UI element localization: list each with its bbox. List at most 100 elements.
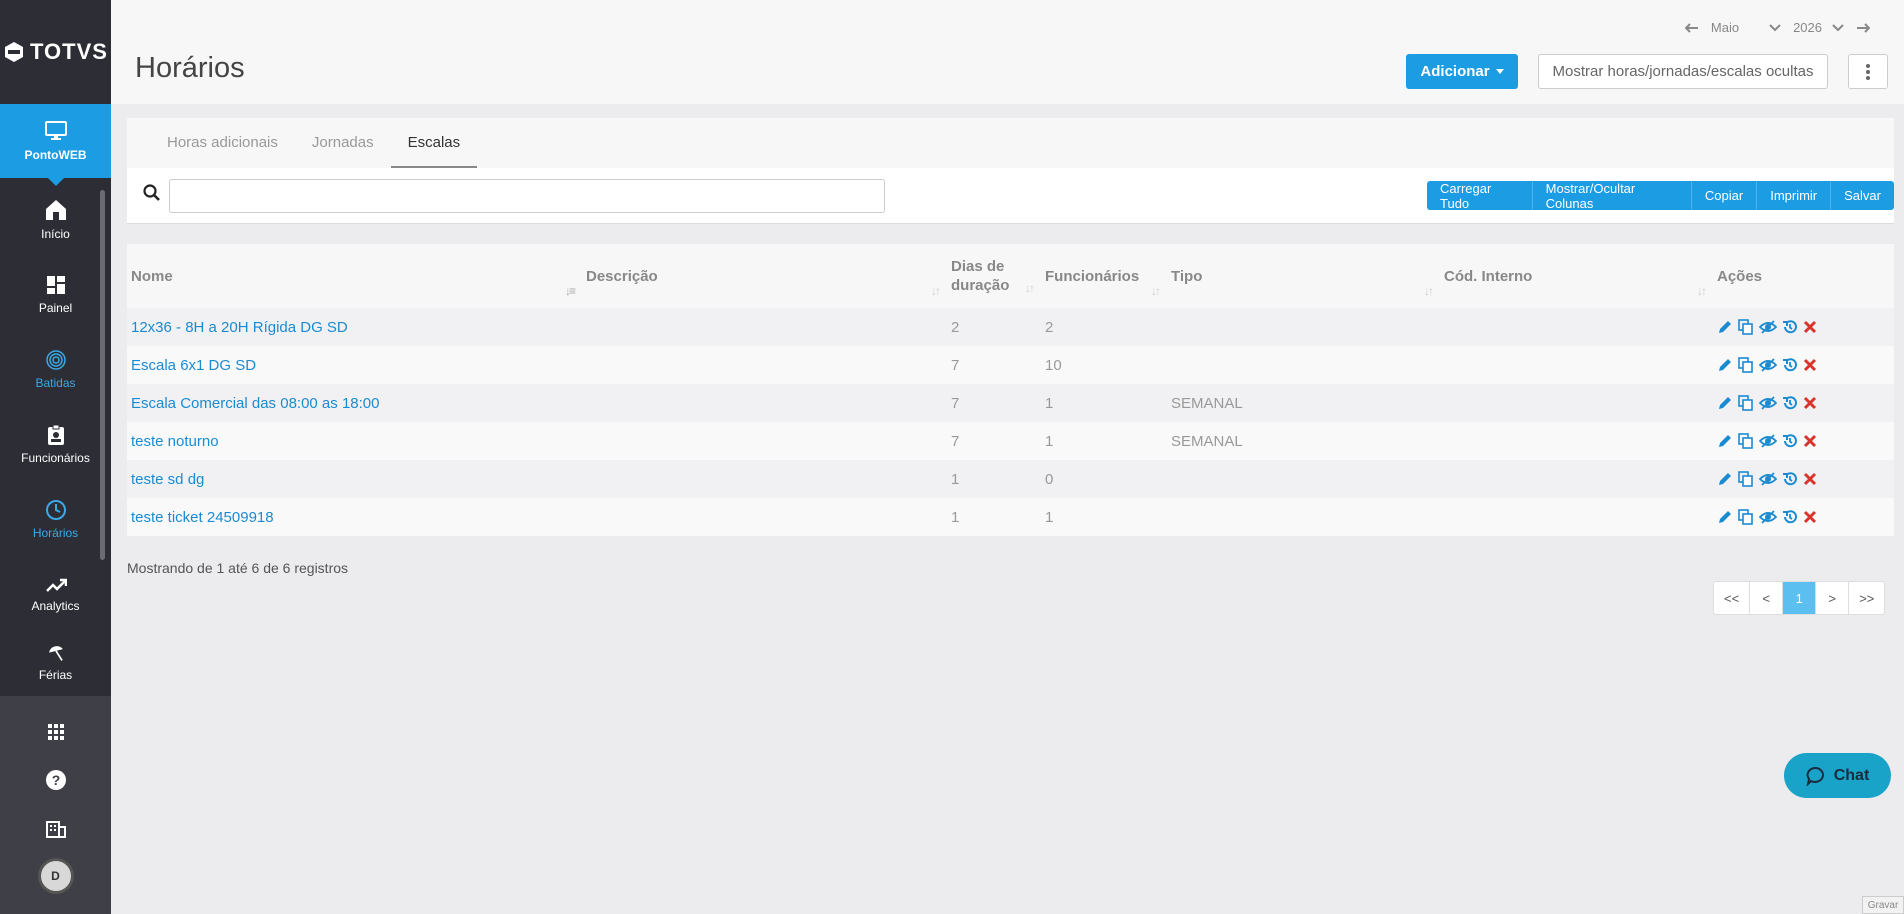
schedule-link[interactable]: teste ticket 24509918 [131, 509, 274, 526]
page-prev-button[interactable]: < [1750, 582, 1784, 614]
col-tipo[interactable]: Tipo ↓↑ [1167, 244, 1440, 308]
monitor-icon [44, 121, 67, 140]
cell-cod-interno [1440, 422, 1713, 460]
table-row: teste sd dg 1 0 [127, 460, 1894, 498]
cell-dias: 1 [947, 460, 1041, 498]
edit-icon[interactable] [1717, 395, 1733, 411]
help-button[interactable]: ? [0, 756, 111, 804]
cell-acoes [1713, 346, 1894, 384]
history-icon[interactable] [1782, 433, 1798, 449]
history-icon[interactable] [1782, 319, 1798, 335]
col-nome[interactable]: Nome ↓≡ [127, 244, 582, 308]
delete-icon[interactable] [1803, 472, 1817, 486]
show-hidden-button[interactable]: Mostrar horas/jornadas/escalas ocultas [1538, 54, 1828, 89]
history-icon[interactable] [1782, 509, 1798, 525]
copy-icon[interactable] [1738, 471, 1754, 487]
schedule-link[interactable]: Escala 6x1 DG SD [131, 357, 256, 374]
schedule-link[interactable]: 12x36 - 8H a 20H Rígida DG SD [131, 319, 348, 336]
page-first-button[interactable]: << [1714, 582, 1751, 614]
copy-icon[interactable] [1738, 395, 1754, 411]
schedule-link[interactable]: Escala Comercial das 08:00 as 18:00 [131, 395, 379, 412]
cell-funcionarios: 1 [1041, 498, 1167, 536]
delete-icon[interactable] [1803, 510, 1817, 524]
tab-bar: Horas adicionais Jornadas Escalas [127, 118, 478, 168]
copy-button[interactable]: Copiar [1691, 181, 1758, 210]
hide-eye-icon[interactable] [1759, 471, 1777, 487]
hide-eye-icon[interactable] [1759, 357, 1777, 373]
tab-jornadas[interactable]: Jornadas [295, 118, 391, 168]
copy-icon[interactable] [1738, 433, 1754, 449]
sidebar-scrollbar[interactable] [100, 190, 105, 560]
delete-icon[interactable] [1803, 434, 1817, 448]
history-icon[interactable] [1782, 395, 1798, 411]
col-descricao[interactable]: Descrição ↓↑ [582, 244, 947, 308]
edit-icon[interactable] [1717, 357, 1733, 373]
edit-icon[interactable] [1717, 319, 1733, 335]
hide-eye-icon[interactable] [1759, 433, 1777, 449]
add-button[interactable]: Adicionar [1406, 54, 1518, 89]
month-select[interactable]: Maio [1711, 20, 1781, 35]
delete-icon[interactable] [1803, 320, 1817, 334]
apps-button[interactable] [0, 708, 111, 756]
copy-icon[interactable] [1738, 357, 1754, 373]
hide-eye-icon[interactable] [1759, 319, 1777, 335]
nav-analytics-label: Analytics [31, 599, 80, 613]
page-current-button[interactable]: 1 [1783, 582, 1817, 614]
col-acoes-label: Ações [1717, 267, 1763, 285]
copy-icon[interactable] [1738, 509, 1754, 525]
cell-funcionarios: 10 [1041, 346, 1167, 384]
cell-funcionarios: 0 [1041, 460, 1167, 498]
hide-eye-icon[interactable] [1759, 509, 1777, 525]
arrow-right-icon[interactable] [1856, 22, 1870, 33]
nav-inicio[interactable]: Início [0, 182, 111, 257]
totvs-logo[interactable]: TOTVS [0, 0, 111, 104]
nav-funcionarios[interactable]: Funcionários [0, 407, 111, 482]
delete-icon[interactable] [1803, 396, 1817, 410]
record-button[interactable]: Gravar [1862, 896, 1904, 914]
year-select[interactable]: 2026 [1793, 20, 1844, 35]
cell-tipo [1167, 460, 1440, 498]
load-all-button[interactable]: Carregar Tudo [1427, 181, 1533, 211]
col-cod-interno[interactable]: Cód. Interno ↓↑ [1440, 244, 1713, 308]
hide-eye-icon[interactable] [1759, 395, 1777, 411]
building-icon [45, 821, 66, 838]
print-button[interactable]: Imprimir [1757, 181, 1832, 210]
page-next-button[interactable]: > [1816, 582, 1850, 614]
tab-horas-adicionais[interactable]: Horas adicionais [150, 118, 295, 168]
cell-nome: 12x36 - 8H a 20H Rígida DG SD [127, 308, 582, 346]
search-input[interactable] [169, 179, 885, 213]
col-dias[interactable]: Dias de duração ↓↑ [947, 244, 1041, 308]
schedule-link[interactable]: teste noturno [131, 433, 219, 450]
page-last-button[interactable]: >> [1849, 582, 1884, 614]
nav-pontoweb[interactable]: PontoWEB [0, 104, 111, 186]
col-funcionarios[interactable]: Funcionários ↓↑ [1041, 244, 1167, 308]
chat-button[interactable]: Chat [1784, 753, 1891, 798]
cell-cod-interno [1440, 384, 1713, 422]
edit-icon[interactable] [1717, 471, 1733, 487]
arrow-left-icon[interactable] [1684, 22, 1699, 33]
nav-analytics[interactable]: Analytics [0, 557, 111, 632]
cell-nome: teste sd dg [127, 460, 582, 498]
cell-nome: Escala 6x1 DG SD [127, 346, 582, 384]
history-icon[interactable] [1782, 471, 1798, 487]
nav-ferias[interactable]: Férias [0, 632, 111, 682]
more-options-button[interactable] [1848, 54, 1888, 89]
copy-icon[interactable] [1738, 319, 1754, 335]
tab-escalas[interactable]: Escalas [390, 118, 478, 168]
nav-painel[interactable]: Painel [0, 257, 111, 332]
save-button[interactable]: Salvar [1831, 181, 1894, 210]
nav-horarios[interactable]: Horários [0, 482, 111, 557]
edit-icon[interactable] [1717, 509, 1733, 525]
history-icon[interactable] [1782, 357, 1798, 373]
company-button[interactable] [0, 804, 111, 852]
edit-icon[interactable] [1717, 433, 1733, 449]
delete-icon[interactable] [1803, 358, 1817, 372]
user-menu[interactable]: D [0, 852, 111, 900]
row-actions [1717, 395, 1890, 411]
nav-batidas[interactable]: Batidas [0, 332, 111, 407]
cell-nome: teste ticket 24509918 [127, 498, 582, 536]
toggle-columns-button[interactable]: Mostrar/Ocultar Colunas [1532, 181, 1692, 211]
schedule-link[interactable]: teste sd dg [131, 471, 204, 488]
cell-dias: 1 [947, 498, 1041, 536]
apps-grid-icon [47, 724, 64, 740]
